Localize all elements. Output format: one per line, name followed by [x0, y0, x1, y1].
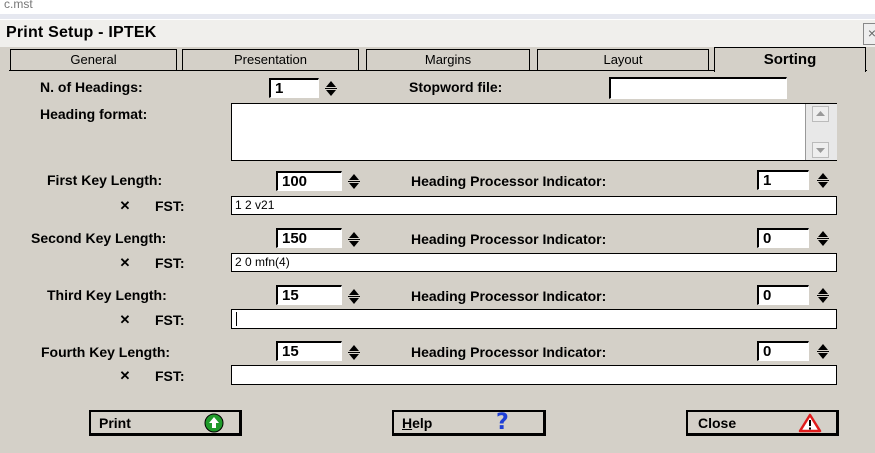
close-button-label: Close — [698, 415, 737, 431]
second-hpi-label: Heading Processor Indicator: — [411, 231, 607, 247]
third-fst-checkbox[interactable]: ✕ — [119, 313, 131, 326]
second-hpi-spinner[interactable] — [816, 230, 830, 248]
heading-format-scrollbar[interactable] — [805, 104, 837, 160]
tab-presentation-label: Presentation — [234, 52, 307, 67]
tab-sorting-label: Sorting — [763, 51, 817, 68]
second-fst-input[interactable]: 2 0 mfn(4) — [231, 253, 837, 272]
heading-format-textarea[interactable] — [231, 103, 837, 161]
third-fst-label: FST: — [155, 312, 185, 328]
background-window-title: c.mst — [4, 0, 33, 11]
tab-margins-label: Margins — [424, 52, 472, 67]
print-button[interactable]: Print — [89, 410, 242, 436]
tab-margins[interactable]: Margins — [366, 49, 530, 70]
first-fst-label: FST: — [155, 198, 185, 214]
green-up-arrow-icon — [204, 413, 224, 433]
dialog-close-icon[interactable]: × — [863, 23, 875, 45]
first-fst-checkbox[interactable]: ✕ — [119, 199, 131, 212]
fourth-key-length-input[interactable]: 15 — [276, 341, 342, 361]
fourth-key-length-spinner[interactable] — [347, 344, 361, 362]
help-button[interactable]: Help ? — [392, 410, 546, 436]
fourth-hpi-spinner[interactable] — [816, 343, 830, 361]
first-hpi-spinner[interactable] — [816, 172, 830, 190]
text-cursor — [236, 312, 237, 326]
second-fst-label: FST: — [155, 255, 185, 271]
tab-layout-label: Layout — [603, 52, 643, 67]
close-button[interactable]: Close — [686, 410, 839, 436]
second-key-length-spinner[interactable] — [347, 231, 361, 249]
n-headings-spinner[interactable] — [324, 80, 338, 98]
third-key-length-label: Third Key Length: — [47, 287, 167, 303]
first-key-length-label: First Key Length: — [47, 172, 163, 188]
tab-general-label: General — [70, 52, 117, 67]
tab-presentation[interactable]: Presentation — [182, 49, 359, 70]
third-hpi-input[interactable]: 0 — [757, 285, 809, 305]
scroll-up-icon[interactable] — [812, 106, 829, 122]
heading-format-label: Heading format: — [40, 106, 148, 122]
n-headings-input[interactable]: 1 — [269, 78, 319, 98]
dialog-title: Print Setup - IPTEK — [6, 24, 157, 41]
tab-layout[interactable]: Layout — [537, 49, 709, 70]
fourth-fst-checkbox[interactable]: ✕ — [119, 369, 131, 382]
third-hpi-spinner[interactable] — [816, 287, 830, 305]
third-hpi-label: Heading Processor Indicator: — [411, 288, 607, 304]
n-headings-label: N. of Headings: — [40, 79, 143, 95]
svg-text:?: ? — [496, 411, 509, 433]
fourth-hpi-label: Heading Processor Indicator: — [411, 344, 607, 360]
second-key-length-input[interactable]: 150 — [276, 228, 342, 248]
background-window-strip — [0, 14, 875, 19]
second-fst-checkbox[interactable]: ✕ — [119, 256, 131, 269]
second-hpi-input[interactable]: 0 — [757, 228, 809, 248]
stopword-input[interactable] — [609, 77, 787, 99]
dialog-titlebar: Print Setup - IPTEK — [0, 20, 875, 47]
second-key-length-label: Second Key Length: — [31, 230, 167, 246]
first-key-length-spinner[interactable] — [347, 173, 361, 191]
stopword-label: Stopword file: — [409, 79, 503, 95]
fourth-fst-input[interactable] — [231, 365, 837, 385]
third-key-length-spinner[interactable] — [347, 288, 361, 306]
help-button-label: Help — [402, 415, 433, 431]
fourth-fst-label: FST: — [155, 368, 185, 384]
first-hpi-input[interactable]: 1 — [757, 170, 809, 190]
print-button-label: Print — [99, 415, 131, 431]
fourth-hpi-input[interactable]: 0 — [757, 341, 809, 361]
scroll-down-icon[interactable] — [812, 142, 829, 158]
third-key-length-input[interactable]: 15 — [276, 285, 342, 305]
third-fst-input[interactable] — [231, 309, 837, 329]
first-hpi-label: Heading Processor Indicator: — [411, 173, 607, 189]
fourth-key-length-label: Fourth Key Length: — [41, 344, 171, 360]
first-fst-input[interactable]: 1 2 v21 — [231, 196, 837, 215]
tab-sorting[interactable]: Sorting — [714, 47, 866, 72]
warning-triangle-icon — [798, 413, 822, 433]
first-key-length-input[interactable]: 100 — [276, 171, 342, 191]
tab-general[interactable]: General — [10, 49, 177, 70]
question-mark-icon: ? — [496, 411, 509, 433]
